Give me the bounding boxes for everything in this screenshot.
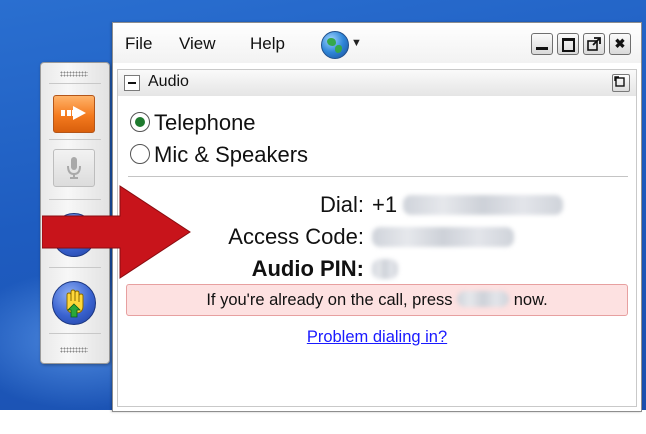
audio-pin-value — [372, 256, 398, 282]
option-telephone[interactable]: Telephone — [130, 110, 256, 136]
option-telephone-label: Telephone — [154, 110, 256, 135]
dial-prefix: +1 — [372, 192, 398, 217]
collapse-panel-button[interactable] — [124, 75, 140, 91]
panel-popout-button[interactable] — [612, 74, 630, 92]
screen-bottom-area — [0, 410, 646, 434]
close-button[interactable]: ✖ — [609, 33, 631, 55]
close-icon: ✖ — [614, 36, 626, 51]
audio-panel-header: Audio — [117, 69, 637, 97]
redacted-access-code — [372, 227, 514, 247]
globe-icon[interactable] — [321, 31, 349, 59]
notice-text-after: now. — [513, 291, 548, 309]
toolbar-separator — [49, 83, 101, 84]
panel-title: Audio — [148, 73, 189, 90]
pop-out-icon — [587, 37, 601, 51]
divider — [128, 176, 628, 177]
minimize-button[interactable] — [531, 33, 553, 55]
raise-hand-icon — [66, 289, 84, 318]
microphone-icon — [67, 157, 81, 179]
redacted-key-sequence — [457, 291, 510, 307]
option-mic-speakers-label: Mic & Speakers — [154, 142, 309, 167]
option-mic-speakers[interactable]: Mic & Speakers — [130, 142, 308, 168]
right-arrow-icon — [61, 106, 86, 120]
show-control-panel-button[interactable] — [53, 95, 95, 133]
notice-text-before: If you're already on the call, press — [206, 291, 453, 309]
already-on-call-notice: If you're already on the call, press now… — [126, 284, 628, 316]
menu-file[interactable]: File — [125, 34, 152, 54]
menu-bar: File View Help ▼ ✖ — [113, 23, 641, 63]
menu-view[interactable]: View — [179, 34, 216, 54]
radio-mic-speakers[interactable] — [130, 144, 150, 164]
expand-icon — [614, 76, 625, 87]
maximize-button[interactable] — [557, 33, 579, 55]
redacted-audio-pin — [372, 259, 398, 279]
radio-telephone[interactable] — [130, 112, 150, 132]
toolbar-grip-top[interactable] — [60, 71, 88, 77]
raise-hand-button[interactable] — [52, 281, 96, 325]
toolbar-separator — [49, 333, 101, 334]
chevron-down-icon[interactable]: ▼ — [351, 37, 362, 49]
audio-panel-body: Telephone Mic & Speakers Dial: +1 Access… — [117, 96, 637, 407]
problem-dialing-link[interactable]: Problem dialing in? — [118, 328, 636, 347]
toolbar-separator — [49, 139, 101, 140]
pop-out-button[interactable] — [583, 33, 605, 55]
redacted-phone-number — [403, 195, 564, 215]
access-code-value — [372, 224, 514, 250]
dial-number: +1 — [372, 192, 564, 218]
menu-help[interactable]: Help — [250, 34, 285, 54]
red-arrow-callout — [42, 185, 191, 279]
toolbar-grip-bottom[interactable] — [60, 347, 88, 353]
